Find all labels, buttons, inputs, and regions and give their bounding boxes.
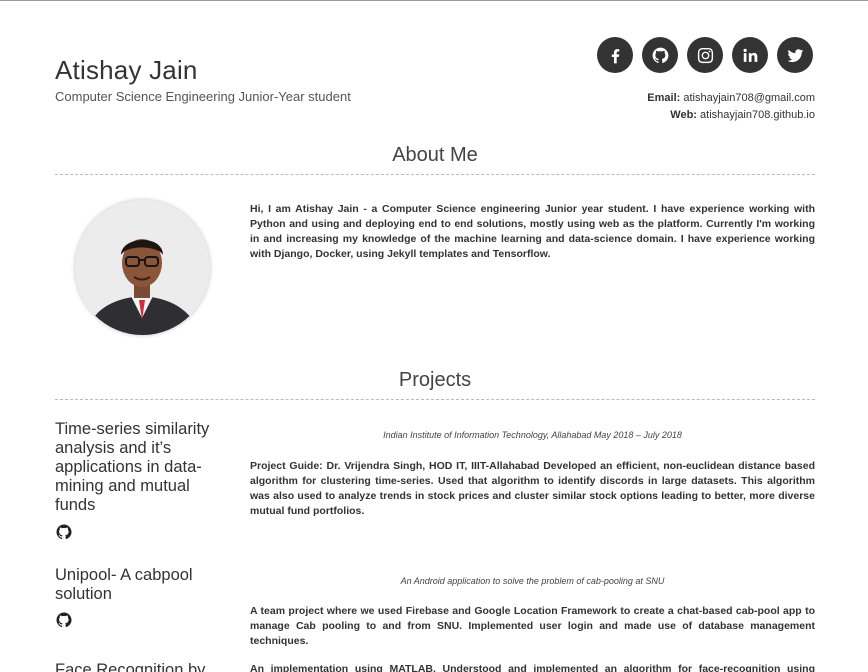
contact-info: Email: atishayjain708@gmail.com Web: ati…: [647, 90, 815, 124]
subtitle: Computer Science Engineering Junior-Year…: [55, 89, 351, 104]
projects-divider: [55, 399, 815, 400]
linkedin-link[interactable]: [732, 37, 768, 73]
avatar: [75, 200, 210, 335]
project-title: Time-series similarity analysis and it’s…: [55, 420, 210, 514]
project-github-link[interactable]: [55, 523, 73, 541]
web-label: Web:: [670, 109, 697, 121]
web-row: Web: atishayjain708.github.io: [647, 107, 815, 124]
about-divider: [55, 174, 815, 175]
github-icon: [56, 612, 72, 628]
instagram-icon: [697, 47, 713, 63]
github-icon: [652, 47, 668, 63]
project-meta: Indian Institute of Information Technolo…: [383, 430, 682, 440]
profile-photo: [75, 200, 210, 335]
email-label: Email:: [647, 92, 681, 104]
about-text: Hi, I am Atishay Jain - a Computer Scien…: [250, 203, 815, 260]
project-description: An implementation using MATLAB. Understo…: [250, 663, 815, 672]
github-link[interactable]: [642, 37, 678, 73]
project-title: Unipool- A cabpool solution: [55, 566, 193, 603]
facebook-link[interactable]: [597, 37, 633, 73]
facebook-icon: [611, 48, 619, 63]
email-link[interactable]: atishayjain708@gmail.com: [683, 92, 815, 104]
project-meta: An Android application to solve the prob…: [400, 576, 665, 586]
instagram-link[interactable]: [687, 37, 723, 73]
twitter-link[interactable]: [777, 37, 813, 73]
github-icon: [56, 524, 72, 540]
web-link[interactable]: atishayjain708.github.io: [700, 109, 815, 121]
about-heading: About Me: [392, 144, 478, 166]
twitter-icon: [786, 48, 803, 62]
project-title: Face Recognition by: [55, 661, 206, 672]
projects-heading: Projects: [398, 369, 472, 391]
social-links: [597, 37, 813, 73]
page-title: Atishay Jain: [55, 55, 198, 85]
project-github-link[interactable]: [55, 611, 73, 629]
email-row: Email: atishayjain708@gmail.com: [647, 90, 815, 107]
linkedin-icon: [743, 48, 757, 62]
project-description: A team project where we used Firebase an…: [250, 605, 815, 647]
project-description: Project Guide: Dr. Vrijendra Singh, HOD …: [250, 460, 815, 517]
